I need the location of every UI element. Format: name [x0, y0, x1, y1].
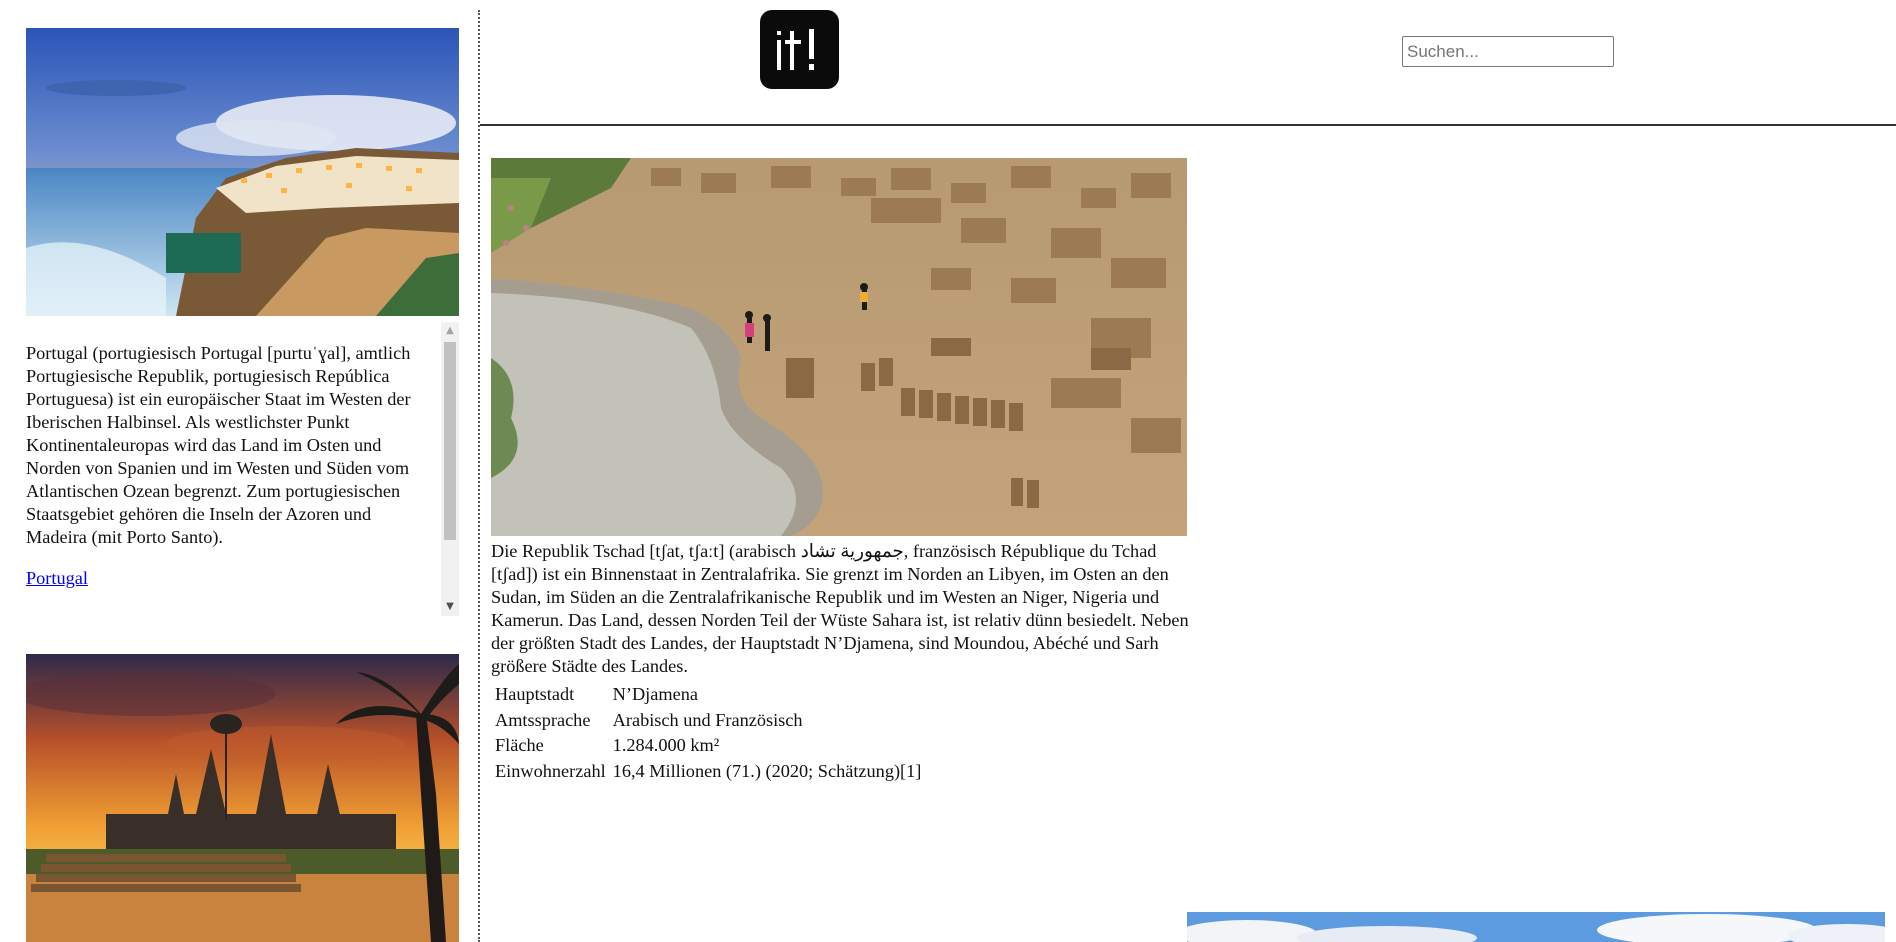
- angkor-wat-sunset-photo-icon: [26, 654, 459, 942]
- teaser-image: [1187, 912, 1885, 942]
- facts-table: Hauptstadt N’Djamena Amtssprache Arabisc…: [491, 681, 925, 785]
- sidebar: Portugal (portugiesisch Portugal [purtuˈ…: [0, 0, 478, 942]
- portugal-image: [26, 28, 459, 316]
- portugal-link[interactable]: Portugal: [26, 568, 88, 588]
- site-logo[interactable]: [760, 10, 839, 89]
- angkor-image: [26, 654, 459, 942]
- vertical-divider: [478, 10, 480, 942]
- scroll-up-arrow-icon[interactable]: ▲: [441, 322, 459, 340]
- scroll-down-arrow-icon[interactable]: ▼: [441, 598, 459, 616]
- chad-description: Die Republik Tschad [tʃat, tʃaːt] (arabi…: [491, 541, 1189, 676]
- header-divider: [480, 124, 1896, 126]
- table-row: Einwohnerzahl 16,4 Millionen (71.) (2020…: [495, 760, 921, 784]
- fact-label: Fläche: [495, 735, 544, 755]
- chad-article: Die Republik Tschad [tʃat, tʃaːt] (arabi…: [491, 540, 1191, 678]
- fact-label: Hauptstadt: [495, 684, 575, 704]
- scrollbar[interactable]: ▲ ▼: [441, 322, 459, 616]
- scrollbar-thumb[interactable]: [444, 342, 456, 540]
- fact-value: N’Djamena: [612, 684, 698, 704]
- portugal-text-box[interactable]: Portugal (portugiesisch Portugal [purtuˈ…: [26, 322, 459, 616]
- portugal-description: Portugal (portugiesisch Portugal [purtuˈ…: [26, 343, 411, 547]
- table-row: Hauptstadt N’Djamena: [495, 683, 921, 707]
- fact-value: 16,4 Millionen (71.) (2020; Schätzung)[1…: [612, 760, 922, 781]
- it-logo-icon: [776, 28, 814, 70]
- fact-label: Einwohnerzahl: [495, 760, 606, 781]
- table-row: Fläche 1.284.000 km²: [495, 734, 921, 758]
- sky-clouds-photo-icon: [1187, 912, 1885, 942]
- chad-image: [491, 158, 1187, 536]
- chad-mud-bricks-photo-icon: [491, 158, 1187, 536]
- search-input[interactable]: [1402, 36, 1614, 67]
- fact-value: Arabisch und Französisch: [612, 709, 803, 730]
- fact-value: 1.284.000 km²: [612, 735, 720, 755]
- portugal-coast-photo-icon: [26, 28, 459, 316]
- table-row: Amtssprache Arabisch und Französisch: [495, 709, 921, 733]
- fact-label: Amtssprache: [495, 709, 591, 730]
